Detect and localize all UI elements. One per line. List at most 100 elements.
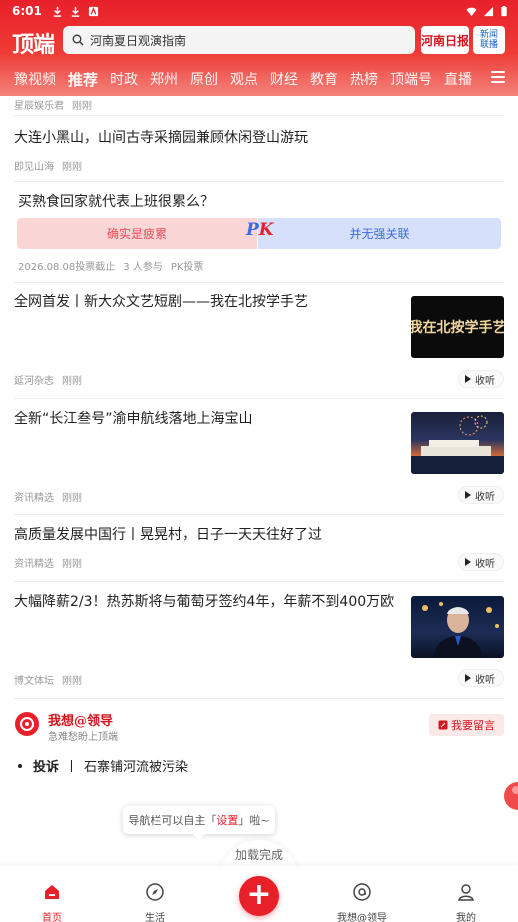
item-time: 刚刚: [62, 676, 82, 687]
nav-life[interactable]: 生活: [120, 882, 190, 922]
battery-icon: [501, 5, 507, 16]
complaint-text: 石寨铺河流被污染: [84, 760, 189, 775]
tab-dingduan-hao[interactable]: 顶端号: [390, 69, 432, 90]
search-icon: [72, 34, 84, 46]
news-thumbnail[interactable]: 我在北按学手艺: [411, 296, 504, 358]
app-logo[interactable]: 顶端: [12, 27, 55, 59]
tooltip-settings-link: 设置: [216, 814, 239, 827]
nav-at-leader[interactable]: 我想@领导: [327, 882, 397, 922]
at-target-icon: [353, 883, 371, 901]
tooltip-prefix: 导航栏可以自主「: [128, 814, 217, 827]
tab-hot-list[interactable]: 热榜: [350, 69, 378, 90]
tab-recommend[interactable]: 推荐: [68, 69, 98, 90]
listen-button[interactable]: 收听: [458, 669, 504, 687]
leader-section-subtitle: 急难愁盼上顶端: [48, 732, 118, 743]
poll-option-left[interactable]: 确实是疲累: [17, 218, 257, 249]
wifi-icon: [466, 7, 477, 16]
news-title[interactable]: 高质量发展中国行丨晃晃村，日子一天天往好了过: [14, 525, 322, 545]
pk-badge-p: P: [246, 220, 259, 240]
divider: [14, 698, 504, 699]
play-icon: [465, 558, 471, 566]
play-icon: [465, 375, 471, 383]
channel-tabs: 豫视频 推荐 时政 郑州 原创 观点 财经 教育 热榜 顶端号 直播 健康: [0, 64, 518, 94]
news-meta: 资讯精选 刚刚: [14, 489, 82, 504]
item-source: 资讯精选: [14, 493, 54, 504]
item-time: 刚刚: [72, 101, 92, 112]
divider: [14, 581, 504, 582]
item-source: 即见山海: [14, 162, 54, 173]
poll-type: PK投票: [170, 262, 204, 273]
tab-education[interactable]: 教育: [310, 69, 338, 90]
news-title[interactable]: 大幅降薪2/3！热苏斯将与葡萄牙签约4年，年薪不到400万欧: [14, 592, 399, 612]
divider: [14, 282, 504, 283]
search-placeholder: 河南夏日观演指南: [90, 33, 187, 48]
tab-zhengzhou[interactable]: 郑州: [150, 69, 178, 90]
news-broadcast-line1: 新闻: [479, 30, 498, 40]
tab-opinion[interactable]: 观点: [230, 69, 258, 90]
user-icon: [458, 884, 474, 901]
listen-button[interactable]: 收听: [458, 486, 504, 504]
henan-daily-button[interactable]: 河南日报: [421, 26, 469, 54]
tab-original[interactable]: 原创: [190, 69, 218, 90]
complaint-item[interactable]: 投诉 丨 石寨铺河流被污染: [18, 756, 188, 775]
tab-politics[interactable]: 时政: [110, 69, 138, 90]
search-input[interactable]: 河南夏日观演指南: [63, 26, 415, 54]
item-time: 刚刚: [62, 376, 82, 387]
news-thumbnail[interactable]: [411, 596, 504, 658]
nav-profile[interactable]: 我的: [431, 882, 501, 922]
ship-night-image: [411, 415, 504, 474]
divider: [14, 398, 504, 399]
compass-icon: [146, 883, 164, 901]
play-icon: [465, 674, 471, 682]
status-bar: 6:01: [0, 0, 518, 22]
thumbnail-text: 我在北按学手艺: [411, 320, 504, 336]
publish-plus-button[interactable]: +: [239, 876, 279, 916]
channel-menu-icon[interactable]: [491, 71, 505, 83]
divider: [14, 181, 504, 182]
floating-gift-icon[interactable]: [503, 776, 518, 816]
download-icon: [71, 6, 80, 17]
item-source: 延河杂志: [14, 376, 54, 387]
tooltip-suffix: 」啦~: [238, 814, 270, 827]
complaint-tag: 投诉: [33, 760, 60, 775]
news-broadcast-button[interactable]: 新闻 联播: [473, 26, 505, 54]
poll-question[interactable]: 买熟食回家就代表上班很累么？: [18, 192, 214, 212]
listen-label: 收听: [475, 674, 495, 686]
nav-at-leader-label: 我想@领导: [337, 913, 387, 922]
bullet-icon: [18, 763, 22, 768]
tab-yu-video[interactable]: 豫视频: [14, 69, 56, 90]
listen-label: 收听: [475, 558, 495, 570]
nav-home[interactable]: 首页: [17, 882, 87, 922]
play-icon: [465, 491, 471, 499]
signal-icon: [483, 6, 494, 16]
news-title[interactable]: 全新“长江叁号”渝申航线落地上海宝山: [14, 409, 394, 429]
top-item-meta: 星辰娱乐君 刚刚: [14, 97, 92, 112]
nav-life-label: 生活: [145, 913, 165, 922]
status-time: 6:01: [12, 4, 42, 18]
item-time: 刚刚: [62, 493, 82, 504]
news-thumbnail[interactable]: [411, 412, 504, 474]
news-title[interactable]: 全网首发丨新大众文艺短剧——我在北按学手艺: [14, 292, 394, 312]
listen-button[interactable]: 收听: [458, 370, 504, 388]
load-status: 加载完成: [234, 848, 283, 862]
item-source: 星辰娱乐君: [14, 101, 64, 112]
item-time: 刚刚: [62, 162, 82, 173]
poll-deadline: 2026.08.08投票截止: [18, 262, 116, 273]
news-title[interactable]: 大连小黑山，山间古寺采摘园兼顾休闲登山游玩: [14, 128, 308, 148]
news-broadcast-line2: 联播: [479, 40, 498, 50]
divider: [14, 514, 504, 515]
home-icon: [45, 885, 59, 899]
tab-live[interactable]: 直播: [444, 69, 472, 90]
leave-message-button[interactable]: 我要留言: [429, 714, 504, 736]
leader-section-title[interactable]: 我想@领导: [48, 710, 113, 729]
pk-badge-k: K: [258, 220, 274, 240]
poll-option-right[interactable]: 并无强关联: [258, 218, 501, 249]
tab-finance[interactable]: 财经: [270, 69, 298, 90]
item-source: 资讯精选: [14, 559, 54, 570]
separator: 丨: [65, 760, 79, 775]
news-meta: 资讯精选 刚刚: [14, 555, 82, 570]
nav-settings-tooltip[interactable]: 导航栏可以自主「 设置 」啦~: [123, 806, 275, 840]
download-icon: [53, 6, 62, 17]
leave-message-label: 我要留言: [451, 719, 495, 732]
listen-button[interactable]: 收听: [458, 553, 504, 571]
